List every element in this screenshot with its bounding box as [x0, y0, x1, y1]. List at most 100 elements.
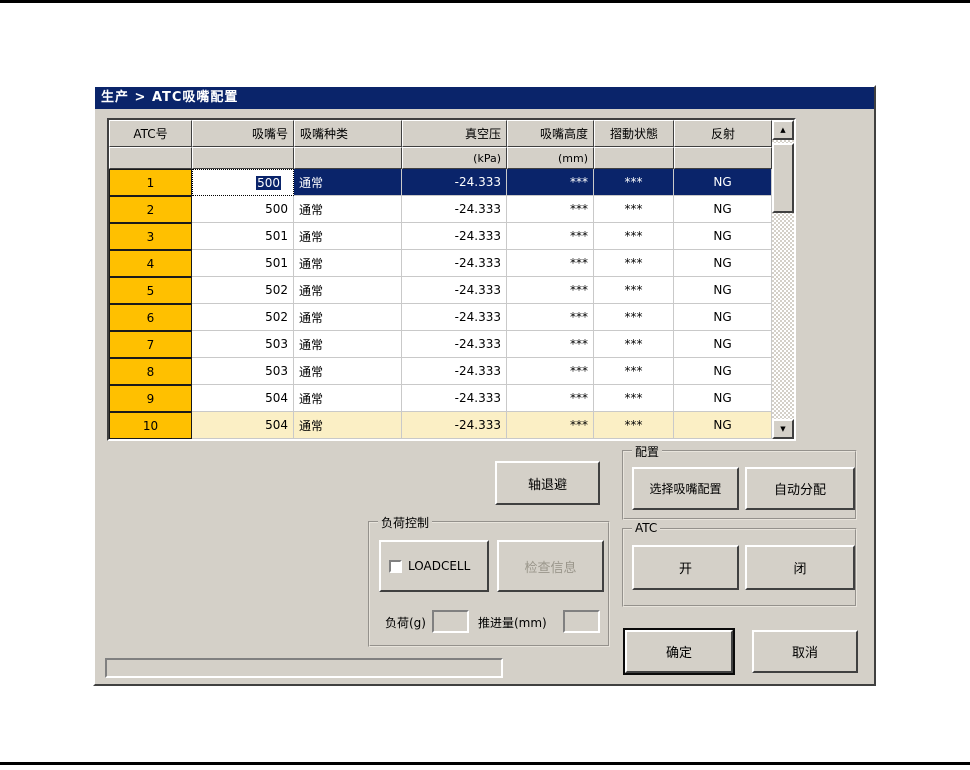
cell-type[interactable]: 通常 — [294, 412, 402, 439]
table-row-atc-3[interactable]: 3 501 通常 -24.333 *** *** NG — [109, 223, 772, 250]
cell-height[interactable]: *** — [507, 331, 594, 358]
cell-type[interactable]: 通常 — [294, 331, 402, 358]
cell-nozzle[interactable]: 502 — [192, 277, 294, 304]
cell-type[interactable]: 通常 — [294, 304, 402, 331]
cell-reflect[interactable]: NG — [674, 412, 772, 439]
table-row-atc-1[interactable]: 1 500 通常 -24.333 *** *** NG — [109, 169, 772, 196]
ok-button[interactable]: 确定 — [625, 630, 733, 673]
table-row-atc-7[interactable]: 7 503 通常 -24.333 *** *** NG — [109, 331, 772, 358]
cell-slide[interactable]: *** — [594, 223, 674, 250]
load-value-field[interactable] — [432, 610, 469, 633]
cell-slide[interactable]: *** — [594, 385, 674, 412]
cell-reflect[interactable]: NG — [674, 277, 772, 304]
cell-type[interactable]: 通常 — [294, 250, 402, 277]
scrollbar-thumb[interactable] — [772, 143, 794, 213]
table-row-atc-10[interactable]: 10 504 通常 -24.333 *** *** NG — [109, 412, 772, 439]
cell-atc[interactable]: 4 — [109, 250, 192, 277]
table-row-atc-6[interactable]: 6 502 通常 -24.333 *** *** NG — [109, 304, 772, 331]
cell-nozzle[interactable]: 504 — [192, 412, 294, 439]
cell-height[interactable]: *** — [507, 304, 594, 331]
screen: 生产 > ATC吸嘴配置 ATC号 吸嘴号 吸嘴种类 真空压 吸嘴高度 摺動状態 反射 (k… — [0, 0, 970, 770]
cell-nozzle[interactable]: 503 — [192, 331, 294, 358]
cell-height[interactable]: *** — [507, 358, 594, 385]
cell-reflect[interactable]: NG — [674, 358, 772, 385]
cell-height[interactable]: *** — [507, 250, 594, 277]
table-row-atc-8[interactable]: 8 503 通常 -24.333 *** *** NG — [109, 358, 772, 385]
cell-reflect[interactable]: NG — [674, 304, 772, 331]
check-info-button[interactable]: 检查信息 — [497, 540, 604, 592]
cell-slide[interactable]: *** — [594, 250, 674, 277]
cell-vacuum[interactable]: -24.333 — [402, 223, 507, 250]
cell-slide[interactable]: *** — [594, 169, 674, 196]
axis-retract-button[interactable]: 轴退避 — [495, 461, 600, 505]
cell-atc[interactable]: 3 — [109, 223, 192, 250]
cell-reflect[interactable]: NG — [674, 250, 772, 277]
cell-type[interactable]: 通常 — [294, 385, 402, 412]
atc-close-button[interactable]: 闭 — [745, 545, 855, 590]
cell-reflect[interactable]: NG — [674, 385, 772, 412]
advance-value-field[interactable] — [563, 610, 600, 633]
cell-vacuum[interactable]: -24.333 — [402, 358, 507, 385]
cell-nozzle[interactable]: 501 — [192, 223, 294, 250]
table-row-atc-2[interactable]: 2 500 通常 -24.333 *** *** NG — [109, 196, 772, 223]
cell-atc[interactable]: 1 — [109, 169, 192, 196]
cell-slide[interactable]: *** — [594, 277, 674, 304]
status-bar — [105, 658, 503, 678]
loadcell-checkbox[interactable] — [389, 559, 402, 573]
cell-reflect[interactable]: NG — [674, 169, 772, 196]
cell-height[interactable]: *** — [507, 277, 594, 304]
cell-height[interactable]: *** — [507, 412, 594, 439]
cell-vacuum[interactable]: -24.333 — [402, 304, 507, 331]
auto-assign-button[interactable]: 自动分配 — [745, 467, 855, 510]
table-row-atc-4[interactable]: 4 501 通常 -24.333 *** *** NG — [109, 250, 772, 277]
cell-nozzle[interactable]: 502 — [192, 304, 294, 331]
cell-vacuum[interactable]: -24.333 — [402, 331, 507, 358]
cell-vacuum[interactable]: -24.333 — [402, 250, 507, 277]
cell-reflect[interactable]: NG — [674, 223, 772, 250]
cell-slide[interactable]: *** — [594, 358, 674, 385]
loadcell-toggle-panel[interactable]: LOADCELL — [379, 540, 489, 592]
cancel-button[interactable]: 取消 — [752, 630, 858, 673]
cell-vacuum[interactable]: -24.333 — [402, 412, 507, 439]
atc-open-button[interactable]: 开 — [632, 545, 739, 590]
cell-atc[interactable]: 9 — [109, 385, 192, 412]
cell-type[interactable]: 通常 — [294, 169, 402, 196]
cell-height[interactable]: *** — [507, 223, 594, 250]
vertical-scrollbar[interactable]: ▲ ▼ — [772, 120, 794, 439]
cell-reflect[interactable]: NG — [674, 196, 772, 223]
cell-nozzle[interactable]: 503 — [192, 358, 294, 385]
cell-atc[interactable]: 5 — [109, 277, 192, 304]
cell-vacuum[interactable]: -24.333 — [402, 196, 507, 223]
cell-atc[interactable]: 7 — [109, 331, 192, 358]
cell-vacuum[interactable]: -24.333 — [402, 385, 507, 412]
table-row-atc-9[interactable]: 9 504 通常 -24.333 *** *** NG — [109, 385, 772, 412]
cell-type[interactable]: 通常 — [294, 196, 402, 223]
select-nozzle-config-button[interactable]: 选择吸嘴配置 — [632, 467, 739, 510]
cell-slide[interactable]: *** — [594, 412, 674, 439]
atc-group: ATC 开 闭 — [622, 521, 857, 607]
cell-type[interactable]: 通常 — [294, 358, 402, 385]
cell-nozzle[interactable]: 501 — [192, 250, 294, 277]
cell-height[interactable]: *** — [507, 385, 594, 412]
cell-height[interactable]: *** — [507, 169, 594, 196]
cell-type[interactable]: 通常 — [294, 277, 402, 304]
cell-nozzle[interactable]: 504 — [192, 385, 294, 412]
cell-reflect[interactable]: NG — [674, 331, 772, 358]
cell-slide[interactable]: *** — [594, 196, 674, 223]
cell-vacuum[interactable]: -24.333 — [402, 169, 507, 196]
cell-slide[interactable]: *** — [594, 331, 674, 358]
column-unit-nozzle — [192, 147, 294, 169]
table-row-atc-5[interactable]: 5 502 通常 -24.333 *** *** NG — [109, 277, 772, 304]
cell-atc[interactable]: 10 — [109, 412, 192, 439]
cell-type[interactable]: 通常 — [294, 223, 402, 250]
cell-vacuum[interactable]: -24.333 — [402, 277, 507, 304]
cell-atc[interactable]: 2 — [109, 196, 192, 223]
cell-nozzle[interactable]: 500 — [192, 196, 294, 223]
cell-slide[interactable]: *** — [594, 304, 674, 331]
cell-height[interactable]: *** — [507, 196, 594, 223]
scroll-down-button[interactable]: ▼ — [772, 419, 794, 439]
cell-atc[interactable]: 6 — [109, 304, 192, 331]
nozzle-edit-cell[interactable]: 500 — [192, 169, 294, 196]
scroll-up-button[interactable]: ▲ — [772, 120, 794, 140]
cell-atc[interactable]: 8 — [109, 358, 192, 385]
